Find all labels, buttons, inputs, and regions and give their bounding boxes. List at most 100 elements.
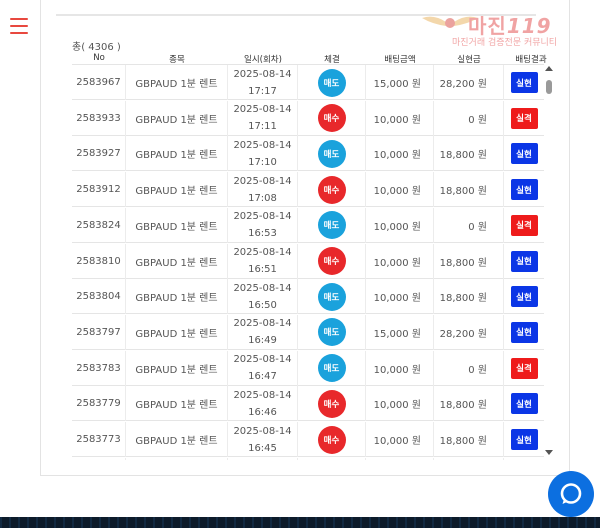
result-win-badge[interactable]: 실현: [510, 72, 538, 93]
cell-winnings: 18,800 원: [434, 172, 504, 208]
result-win-badge[interactable]: 실현: [510, 321, 538, 343]
result-loss-badge[interactable]: 실격: [510, 357, 538, 379]
result-loss-badge[interactable]: 실격: [510, 214, 538, 236]
cell-date: 2025-08-14: [233, 68, 292, 80]
cell-no: 2583804: [72, 279, 126, 315]
cell-result: 실현: [504, 65, 544, 100]
cell-bet: 15,000 원: [366, 65, 434, 100]
cell-clock: 17:10: [248, 156, 277, 168]
cell-time: 2025-08-14 16:46: [228, 386, 298, 422]
table-row: 2025-08-14매도 실현: [72, 457, 544, 460]
site-logo[interactable]: 마진119 마진거래 검증전문 커뮤니티: [416, 6, 588, 50]
cell-direction: 매도: [298, 279, 366, 315]
table-row: 2583779 GBPAUD 1분 렌트 2025-08-14 16:46 매수 10,0…: [72, 386, 544, 422]
cell-no: 2583773: [72, 422, 126, 457]
chat-button[interactable]: [548, 471, 594, 517]
cell-item: GBPAUD 1분 렌트: [126, 136, 228, 172]
cell-date: 2025-08-14: [233, 389, 292, 401]
cell-bet: 10,000 원: [366, 243, 434, 279]
table-row: 2583797 GBPAUD 1분 렌트 2025-08-14 16:49 매도 15,0…: [72, 314, 544, 350]
cell-result: 실현: [504, 458, 544, 460]
logo-subtitle: 마진거래 검증전문 커뮤니티: [452, 38, 558, 48]
cell-no: 2583779: [72, 386, 126, 422]
buy-badge: 매수: [317, 175, 346, 204]
hamburger-menu-icon[interactable]: [10, 18, 28, 34]
table-row: 2583804 GBPAUD 1분 렌트 2025-08-14 16:50 매도 10,0…: [72, 279, 544, 315]
cell-clock: 17:08: [248, 192, 277, 204]
cell-bet: 10,000 원: [366, 279, 434, 315]
cell-item: GBPAUD 1분 렌트: [126, 172, 228, 208]
table-row: 2583773 GBPAUD 1분 렌트 2025-08-14 16:45 매수 10,0…: [72, 422, 544, 457]
cell-winnings: 18,800 원: [434, 386, 504, 422]
cell-clock: 16:47: [248, 371, 277, 383]
cell-no: 2583967: [72, 65, 126, 100]
scroll-up-arrow-icon[interactable]: [545, 66, 553, 71]
cell-time: 2025-08-14 16:45: [228, 422, 298, 457]
cell-date: 2025-08-14: [233, 139, 292, 151]
table-row: 2583967 GBPAUD 1분 렌트 2025-08-14 17:17 매도 15,0…: [72, 65, 544, 100]
cell-bet: [366, 457, 434, 460]
cell-clock: 16:49: [248, 335, 277, 347]
cell-time: 2025-08-14 17:08: [228, 172, 298, 208]
cell-result: 실격: [504, 351, 544, 386]
cell-date: 2025-08-14: [233, 175, 292, 187]
cell-no: 2583783: [72, 350, 126, 386]
cell-winnings: 28,200 원: [434, 65, 504, 100]
buy-badge: 매수: [317, 425, 346, 454]
cell-item: GBPAUD 1분 렌트: [126, 100, 228, 136]
result-win-badge[interactable]: 실현: [510, 143, 538, 165]
bet-history-table[interactable]: 2583967 GBPAUD 1분 렌트 2025-08-14 17:17 매도 15,0…: [72, 64, 544, 460]
result-win-badge[interactable]: 실현: [510, 429, 538, 450]
sell-badge: 매도: [317, 139, 346, 168]
table-row: 2583810 GBPAUD 1분 렌트 2025-08-14 16:51 매수 10,0…: [72, 243, 544, 279]
table-row: 2583933 GBPAUD 1분 렌트 2025-08-14 17:11 매수 10,0…: [72, 100, 544, 136]
cell-direction: 매수: [298, 100, 366, 136]
result-win-badge[interactable]: 실현: [510, 179, 538, 201]
scroll-down-arrow-icon[interactable]: [545, 450, 553, 455]
cell-direction: 매도: [298, 457, 366, 460]
cell-date: 2025-08-14: [233, 247, 292, 258]
result-loss-badge[interactable]: 실격: [510, 107, 538, 129]
result-win-badge[interactable]: 실현: [510, 286, 538, 308]
cell-no: 2583912: [72, 172, 126, 208]
cell-direction: 매도: [298, 136, 366, 172]
result-win-badge[interactable]: 실현: [510, 393, 538, 415]
cell-bet: 10,000 원: [366, 386, 434, 422]
cell-time: 2025-08-14 17:10: [228, 136, 298, 172]
cell-result: 실격: [504, 101, 544, 136]
table-row: 2583783 GBPAUD 1분 렌트 2025-08-14 16:47 매도 10,0…: [72, 350, 544, 386]
cell-no: 2583927: [72, 136, 126, 172]
buy-badge: 매수: [317, 247, 346, 275]
cell-item: GBPAUD 1분 렌트: [126, 422, 228, 457]
chat-bubble-icon: [560, 483, 582, 504]
table-scrollbar[interactable]: [544, 64, 554, 460]
cell-winnings: 18,800 원: [434, 279, 504, 315]
cell-bet: 10,000 원: [366, 207, 434, 243]
cell-direction: 매수: [298, 386, 366, 422]
cell-winnings: 18,800 원: [434, 136, 504, 172]
sell-badge: 매도: [317, 68, 346, 97]
cell-date: 2025-08-14: [233, 318, 292, 330]
cell-direction: 매도: [298, 207, 366, 243]
cell-direction: 매도: [298, 65, 366, 100]
cell-no: 2583797: [72, 314, 126, 350]
cell-item: GBPAUD 1분 렌트: [126, 350, 228, 386]
cell-winnings: [434, 457, 504, 460]
cell-bet: 10,000 원: [366, 172, 434, 208]
cell-result: 실격: [504, 208, 544, 243]
result-win-badge[interactable]: 실현: [510, 250, 538, 272]
cell-winnings: 18,800 원: [434, 422, 504, 457]
cell-winnings: 0 원: [434, 350, 504, 386]
sell-badge: 매도: [317, 211, 346, 240]
cell-direction: 매수: [298, 243, 366, 279]
cell-item: GBPAUD 1분 렌트: [126, 279, 228, 315]
cell-result: 실현: [504, 386, 544, 421]
cell-bet: 15,000 원: [366, 314, 434, 350]
table-row: 2583912 GBPAUD 1분 렌트 2025-08-14 17:08 매수 10,0…: [72, 172, 544, 208]
page: 마진119 마진거래 검증전문 커뮤니티 총( 4306 ) No 종목 일시(…: [0, 0, 600, 528]
table-row: 2583824 GBPAUD 1분 렌트 2025-08-14 16:53 매도 10,0…: [72, 207, 544, 243]
cell-item: [126, 457, 228, 460]
cell-date: 2025-08-14: [233, 354, 292, 366]
scroll-thumb[interactable]: [546, 80, 552, 94]
cell-no: 2583810: [72, 243, 126, 279]
